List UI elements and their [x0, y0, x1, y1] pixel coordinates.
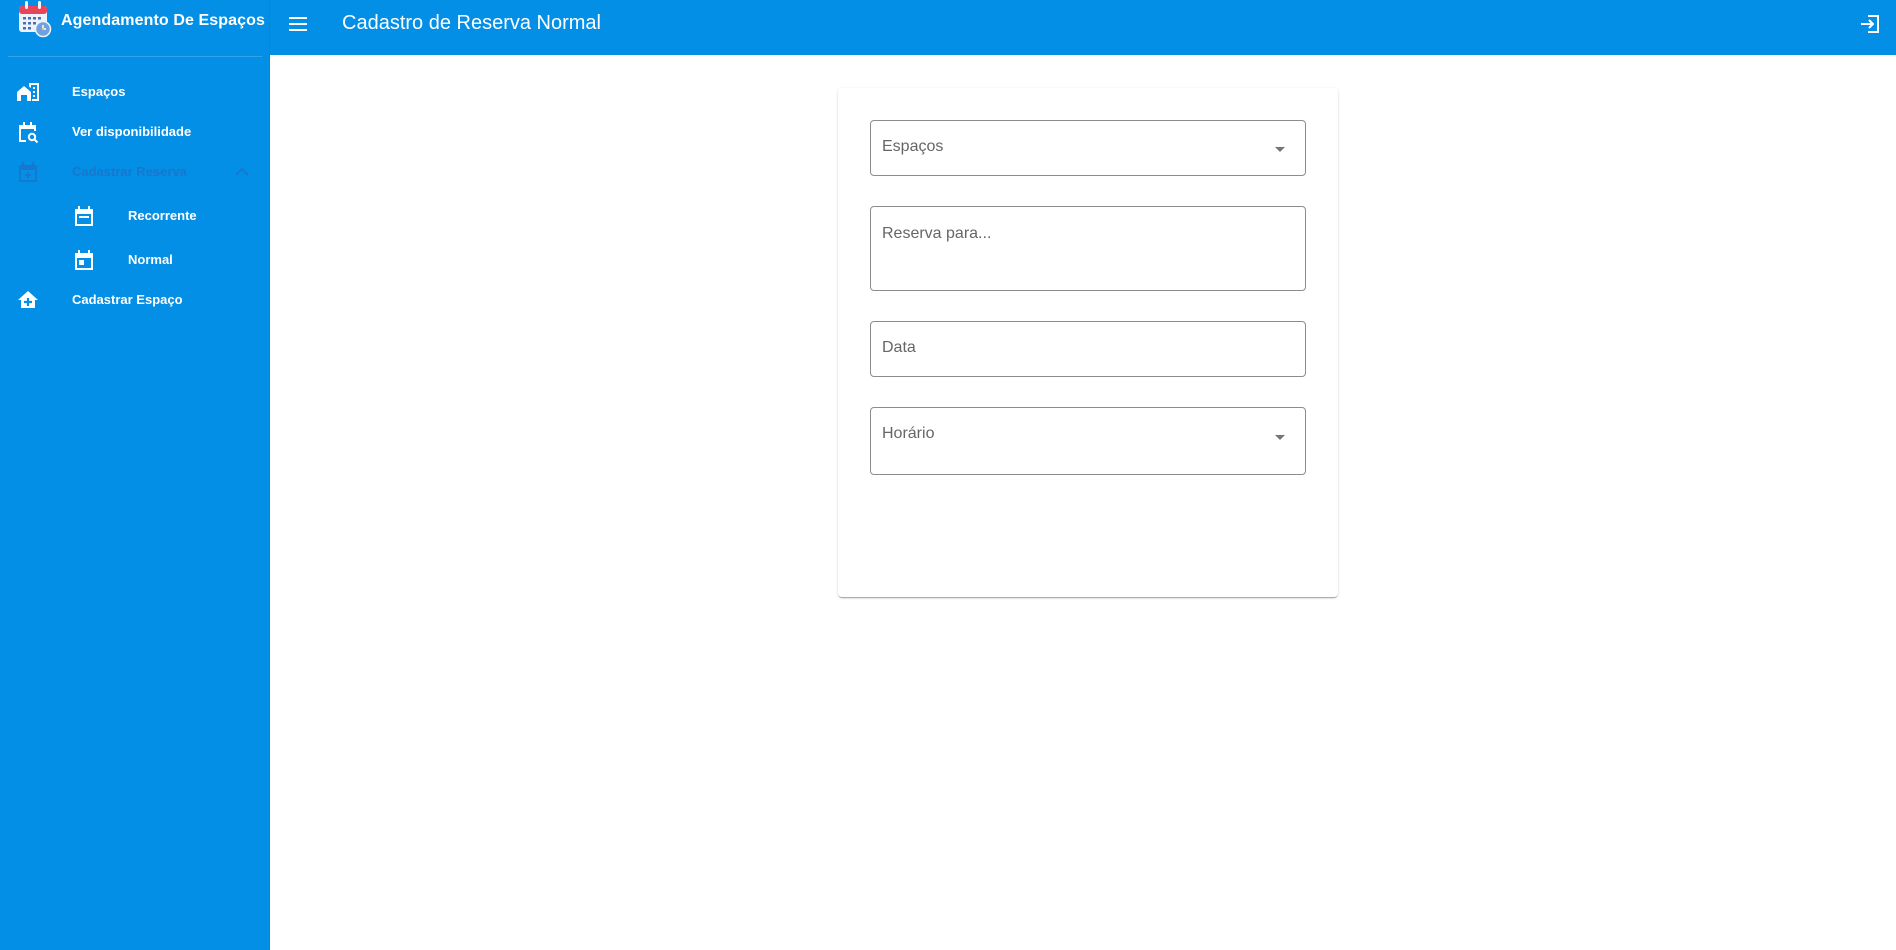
horario-label: Horário: [882, 425, 935, 442]
home-plus-icon: [18, 291, 38, 308]
sidebar-item-cadastrar-espaco[interactable]: Cadastrar Espaço: [0, 280, 270, 320]
calendar-search-icon: [19, 122, 39, 144]
data-input[interactable]: Data: [870, 321, 1306, 377]
sidebar-item-label: Normal: [128, 252, 173, 267]
espacos-label: Espaços: [882, 138, 944, 155]
reserva-para-textarea[interactable]: Reserva para...: [870, 206, 1306, 291]
sidebar-item-normal[interactable]: Normal: [0, 240, 270, 280]
dropdown-arrow-icon: [1275, 435, 1285, 440]
calendar-clock-icon: [19, 1, 52, 38]
sidebar-item-label: Recorrente: [128, 208, 197, 223]
calendar-range-icon: [75, 206, 93, 226]
divider: [8, 56, 262, 57]
sidebar-item-label: Cadastrar Espaço: [72, 292, 183, 307]
page-title: Cadastro de Reserva Normal: [342, 12, 601, 34]
brand: Agendamento De Espaços: [0, 0, 270, 57]
reserva-para-placeholder: Reserva para...: [882, 225, 992, 242]
menu-icon[interactable]: [286, 12, 310, 36]
calendar-today-icon: [75, 250, 93, 270]
sidebar-item-label: Cadastrar Reserva: [72, 164, 187, 179]
reserva-form-card: Espaços Reserva para... Data Horário: [838, 88, 1338, 597]
calendar-plus-icon: [19, 162, 37, 182]
sidebar: Agendamento De Espaços Espaços Ver dispo…: [0, 0, 270, 950]
buildings-icon: [17, 83, 39, 101]
data-label: Data: [882, 339, 916, 356]
logout-icon[interactable]: [1858, 12, 1882, 36]
app-bar: Cadastro de Reserva Normal: [270, 0, 1896, 55]
espacos-select[interactable]: Espaços: [870, 120, 1306, 176]
sidebar-item-recorrente[interactable]: Recorrente: [0, 196, 270, 236]
sidebar-item-ver-disponibilidade[interactable]: Ver disponibilidade: [0, 112, 270, 152]
sidebar-item-label: Ver disponibilidade: [72, 124, 192, 139]
horario-select[interactable]: Horário: [870, 407, 1306, 475]
sidebar-item-label: Espaços: [72, 84, 126, 99]
dropdown-arrow-icon: [1275, 147, 1285, 152]
sidebar-item-espacos[interactable]: Espaços: [0, 72, 270, 112]
sidebar-item-cadastrar-reserva[interactable]: Cadastrar Reserva: [0, 152, 270, 192]
app-name: Agendamento De Espaços: [61, 12, 266, 29]
chevron-up-icon: [235, 167, 249, 176]
